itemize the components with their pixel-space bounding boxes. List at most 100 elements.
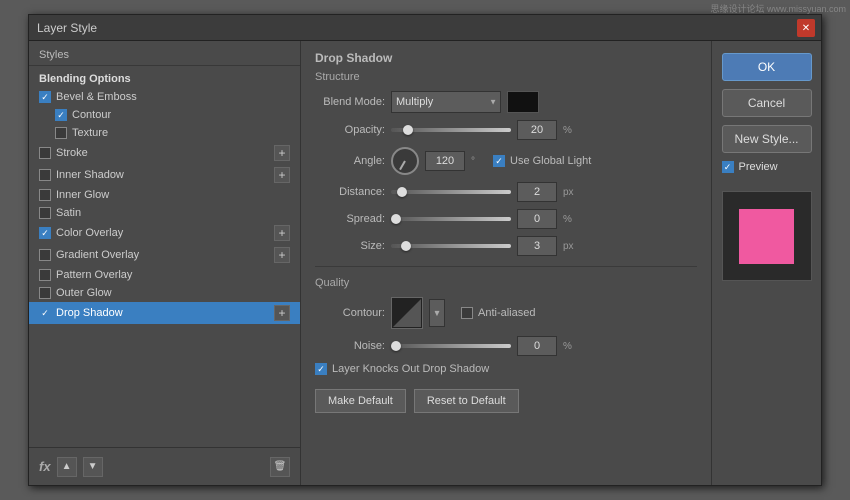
global-light-label: Use Global Light (510, 155, 591, 167)
sidebar-item-bevel-emboss[interactable]: Bevel & Emboss (29, 88, 300, 106)
contour-dropdown-btn[interactable]: ▼ (429, 299, 445, 327)
gradient-overlay-checkbox[interactable] (39, 249, 51, 261)
distance-label: Distance: (315, 186, 385, 198)
preview-label: Preview (739, 161, 778, 173)
new-style-button[interactable]: New Style... (722, 125, 812, 153)
quality-section: Quality Contour: ▼ Anti (315, 277, 697, 356)
sidebar-item-inner-shadow[interactable]: Inner Shadow + (29, 164, 300, 186)
size-input[interactable] (517, 236, 557, 256)
noise-slider[interactable] (391, 344, 511, 348)
color-overlay-checkbox[interactable] (39, 227, 51, 239)
bottom-buttons: Make Default Reset to Default (315, 389, 697, 413)
opacity-input[interactable] (517, 120, 557, 140)
color-overlay-label: Color Overlay (56, 227, 123, 239)
size-slider[interactable] (391, 244, 511, 248)
bevel-emboss-checkbox[interactable] (39, 91, 51, 103)
size-thumb[interactable] (401, 241, 411, 251)
knock-label: Layer Knocks Out Drop Shadow (332, 363, 489, 375)
drop-shadow-plus-btn[interactable]: + (274, 305, 290, 321)
sidebar-item-inner-glow[interactable]: Inner Glow (29, 186, 300, 204)
quality-title: Quality (315, 277, 697, 289)
distance-slider[interactable] (391, 190, 511, 194)
global-light-row: Use Global Light (493, 155, 591, 167)
reset-default-button[interactable]: Reset to Default (414, 389, 519, 413)
stroke-checkbox[interactable] (39, 147, 51, 159)
sidebar-item-satin[interactable]: Satin (29, 204, 300, 222)
blending-options-label: Blending Options (39, 73, 131, 85)
sidebar-item-pattern-overlay[interactable]: Pattern Overlay (29, 266, 300, 284)
noise-thumb[interactable] (391, 341, 401, 351)
inner-shadow-label: Inner Shadow (56, 169, 124, 181)
up-arrow-btn[interactable]: ▲ (57, 457, 77, 477)
down-arrow-btn[interactable]: ▼ (83, 457, 103, 477)
preview-checkbox[interactable] (722, 161, 734, 173)
sidebar-item-drop-shadow[interactable]: Drop Shadow + (29, 302, 300, 324)
noise-input[interactable] (517, 336, 557, 356)
inner-glow-checkbox[interactable] (39, 189, 51, 201)
angle-label: Angle: (315, 155, 385, 167)
sidebar-item-texture[interactable]: Texture (29, 124, 300, 142)
right-panel: OK Cancel New Style... Preview (711, 41, 821, 485)
outer-glow-label: Outer Glow (56, 287, 112, 299)
texture-label: Texture (72, 127, 108, 139)
inner-shadow-plus-btn[interactable]: + (274, 167, 290, 183)
knob-indicator (399, 161, 406, 171)
drop-shadow-label: Drop Shadow (56, 307, 123, 319)
sidebar-item-color-overlay[interactable]: Color Overlay + (29, 222, 300, 244)
angle-knob[interactable] (391, 147, 419, 175)
noise-unit: % (563, 341, 579, 352)
titlebar: Layer Style ✕ (29, 15, 821, 41)
distance-row: Distance: px (315, 182, 697, 202)
noise-label: Noise: (315, 340, 385, 352)
stroke-plus-btn[interactable]: + (274, 145, 290, 161)
sidebar-item-contour[interactable]: Contour (29, 106, 300, 124)
inner-shadow-checkbox[interactable] (39, 169, 51, 181)
spread-input[interactable] (517, 209, 557, 229)
cancel-button[interactable]: Cancel (722, 89, 812, 117)
make-default-button[interactable]: Make Default (315, 389, 406, 413)
trash-btn[interactable]: 🗑 (270, 457, 290, 477)
layer-list: Blending Options Bevel & Emboss Contour … (29, 66, 300, 447)
opacity-thumb[interactable] (403, 125, 413, 135)
opacity-slider[interactable] (391, 128, 511, 132)
drop-shadow-checkbox[interactable] (39, 307, 51, 319)
size-unit: px (563, 241, 579, 252)
outer-glow-checkbox[interactable] (39, 287, 51, 299)
noise-row: Noise: % (315, 336, 697, 356)
gradient-overlay-plus-btn[interactable]: + (274, 247, 290, 263)
texture-checkbox[interactable] (55, 127, 67, 139)
contour-label: Contour (72, 109, 111, 121)
blend-mode-row: Blend Mode: Multiply Normal Screen Overl… (315, 91, 697, 113)
spread-slider[interactable] (391, 217, 511, 221)
distance-input[interactable] (517, 182, 557, 202)
divider (315, 266, 697, 267)
satin-checkbox[interactable] (39, 207, 51, 219)
bottom-bar: fx ▲ ▼ 🗑 (29, 447, 300, 485)
color-overlay-plus-btn[interactable]: + (274, 225, 290, 241)
sidebar-item-blending-options[interactable]: Blending Options (29, 70, 300, 88)
pattern-overlay-checkbox[interactable] (39, 269, 51, 281)
sidebar-item-stroke[interactable]: Stroke + (29, 142, 300, 164)
global-light-checkbox[interactable] (493, 155, 505, 167)
preview-label-row: Preview (722, 161, 812, 173)
sidebar-item-gradient-overlay[interactable]: Gradient Overlay + (29, 244, 300, 266)
spread-label: Spread: (315, 213, 385, 225)
knock-checkbox[interactable] (315, 363, 327, 375)
ok-button[interactable]: OK (722, 53, 812, 81)
contour-checkbox[interactable] (55, 109, 67, 121)
distance-thumb[interactable] (397, 187, 407, 197)
close-button[interactable]: ✕ (797, 19, 815, 37)
knock-row: Layer Knocks Out Drop Shadow (315, 363, 697, 375)
anti-aliased-row: Anti-aliased (461, 307, 535, 319)
size-label: Size: (315, 240, 385, 252)
anti-aliased-checkbox[interactable] (461, 307, 473, 319)
contour-thumb[interactable] (391, 297, 423, 329)
spread-unit: % (563, 214, 579, 225)
spread-thumb[interactable] (391, 214, 401, 224)
angle-input[interactable] (425, 151, 465, 171)
dialog-title: Layer Style (37, 21, 97, 35)
blend-mode-select[interactable]: Multiply Normal Screen Overlay (391, 91, 501, 113)
blend-color-swatch[interactable] (507, 91, 539, 113)
opacity-label: Opacity: (315, 124, 385, 136)
sidebar-item-outer-glow[interactable]: Outer Glow (29, 284, 300, 302)
